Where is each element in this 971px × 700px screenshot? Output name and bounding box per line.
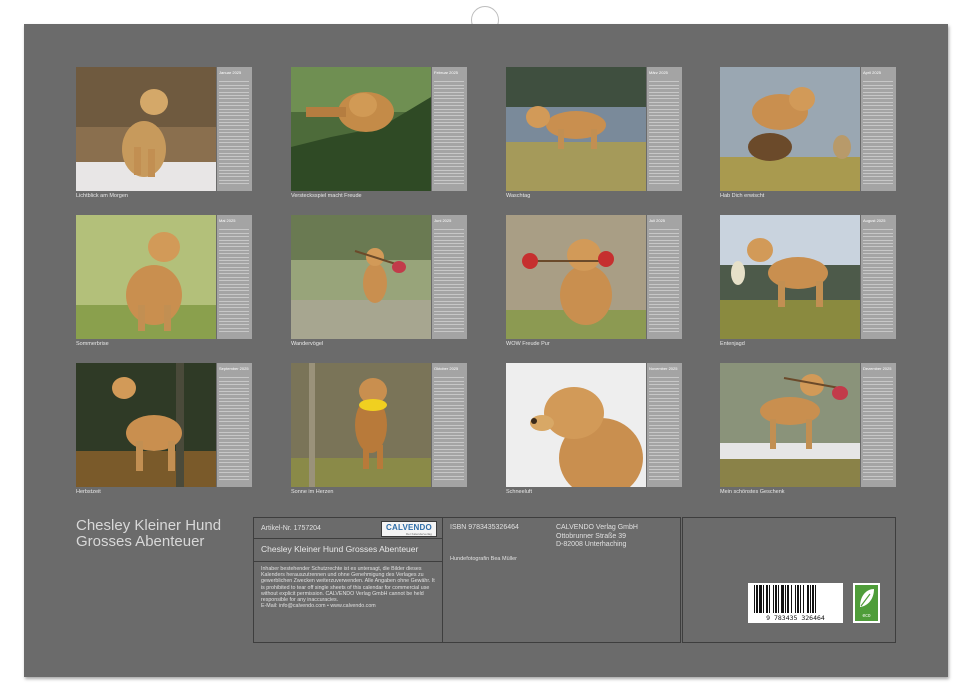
puppy-photo-june xyxy=(291,215,431,339)
month-grid-may: Mai 2025 xyxy=(217,215,252,339)
calendar-back-cover: Januar 2025 Lichtblick am Morgen Februar… xyxy=(24,24,948,677)
contact-line: E-Mail: info@calvendo.com • www.calvendo… xyxy=(261,603,376,610)
puppy-photo-november xyxy=(506,363,646,487)
title-line-2: Grosses Abenteuer xyxy=(76,533,205,550)
month-name: Mai 2025 xyxy=(219,218,236,223)
month-name: August 2025 xyxy=(863,218,886,223)
month-caption: WOW Freude Pur xyxy=(506,341,550,347)
article-number: Artikel-Nr. 1757204 xyxy=(261,525,321,532)
month-name: September 2025 xyxy=(219,366,249,371)
month-thumbnail-june: Juni 2025 Wandervögel xyxy=(291,215,467,347)
month-grid-february: Februar 2025 xyxy=(432,67,467,191)
month-name: Juli 2025 xyxy=(649,218,666,223)
month-grid-october: Oktober 2025 xyxy=(432,363,467,487)
divider xyxy=(254,561,442,562)
puppy-photo-february xyxy=(291,67,431,191)
product-info-box: Artikel-Nr. 1757204 CALVENDO Der Kalende… xyxy=(253,517,681,643)
leaf-icon: eco xyxy=(855,585,878,621)
month-grid-july: Juli 2025 xyxy=(647,215,682,339)
barcode-number: 9 783435 326464 xyxy=(766,614,825,622)
logo-text: CALVENDO xyxy=(386,523,432,532)
month-caption: Hab Dich erwischt xyxy=(720,193,765,199)
month-thumbnail-september: September 2025 Herbstzeit xyxy=(76,363,252,495)
puppy-photo-july xyxy=(506,215,646,339)
month-caption: Lichtblick am Morgen xyxy=(76,193,128,199)
month-grid-june: Juni 2025 xyxy=(432,215,467,339)
month-thumbnail-august: August 2025 Entenjagd xyxy=(720,215,896,347)
month-name: November 2025 xyxy=(649,366,678,371)
month-name: Oktober 2025 xyxy=(434,366,459,371)
calendar-subtitle: Chesley Kleiner Hund Grosses Abenteuer xyxy=(261,544,419,554)
puppy-photo-may xyxy=(76,215,216,339)
month-name: Dezember 2025 xyxy=(863,366,892,371)
legal-notice: Inhaber bestehender Schutzrechte ist es … xyxy=(261,566,439,609)
month-name: Juni 2025 xyxy=(434,218,452,223)
month-name: April 2025 xyxy=(863,70,882,75)
puppy-photo-september xyxy=(76,363,216,487)
month-caption: Schneeluft xyxy=(506,489,532,495)
month-caption: Mein schönstes Geschenk xyxy=(720,489,785,495)
barcode-box: 9 783435 326464 eco xyxy=(682,517,896,643)
publisher-address: CALVENDO Verlag GmbH Ottobrunner Straße … xyxy=(556,524,638,550)
month-grid-november: November 2025 xyxy=(647,363,682,487)
month-name: Februar 2025 xyxy=(434,70,459,75)
calendar-title: Chesley Kleiner Hund Grosses Abenteuer xyxy=(76,518,256,550)
month-thumbnail-february: Februar 2025 Verstecksspiel macht Freude xyxy=(291,67,467,199)
month-caption: Sommerbrise xyxy=(76,341,109,347)
legal-text: Inhaber bestehender Schutzrechte ist es … xyxy=(261,566,435,604)
divider xyxy=(254,538,442,539)
month-caption: Herbstzeit xyxy=(76,489,101,495)
eco-label: eco xyxy=(853,583,880,623)
month-grid-august: August 2025 xyxy=(861,215,896,339)
puppy-photo-august xyxy=(720,215,860,339)
month-thumbnail-november: November 2025 Schneeluft xyxy=(506,363,682,495)
month-name: Januar 2025 xyxy=(219,70,242,75)
month-grid-september: September 2025 xyxy=(217,363,252,487)
calvendo-logo: CALVENDO Der Kalenderverlag xyxy=(381,521,437,537)
publisher-name: CALVENDO Verlag GmbH xyxy=(556,524,638,531)
month-caption: Sonne im Herzen xyxy=(291,489,334,495)
puppy-photo-october xyxy=(291,363,431,487)
month-thumbnail-july: Juli 2025 WOW Freude Pur xyxy=(506,215,682,347)
puppy-photo-april xyxy=(720,67,860,191)
barcode: 9 783435 326464 xyxy=(748,583,843,623)
month-grid-march: März 2025 xyxy=(647,67,682,191)
month-caption: Waschtag xyxy=(506,193,531,199)
month-thumbnail-march: März 2025 Waschtag xyxy=(506,67,682,199)
month-caption: Verstecksspiel macht Freude xyxy=(291,193,362,199)
logo-subtext: Der Kalenderverlag xyxy=(406,532,432,536)
puppy-photo-january xyxy=(76,67,216,191)
article-info: Artikel-Nr. 1757204 CALVENDO Der Kalende… xyxy=(254,518,443,642)
month-grid-january: Januar 2025 xyxy=(217,67,252,191)
puppy-photo-march xyxy=(506,67,646,191)
month-thumbnail-may: Mai 2025 Sommerbrise xyxy=(76,215,252,347)
month-thumbnail-december: Dezember 2025 Mein schönstes Geschenk xyxy=(720,363,896,495)
month-grid-april: April 2025 xyxy=(861,67,896,191)
barcode-bars xyxy=(754,585,816,613)
isbn: ISBN 9783435326464 xyxy=(450,524,519,531)
publisher-city: D-82008 Unterhaching xyxy=(556,541,627,548)
month-caption: Wandervögel xyxy=(291,341,324,347)
month-thumbnail-april: April 2025 Hab Dich erwischt xyxy=(720,67,896,199)
month-name: März 2025 xyxy=(649,70,668,75)
puppy-photo-december xyxy=(720,363,860,487)
publisher-street: Ottobrunner Straße 39 xyxy=(556,532,627,540)
title-line-1: Chesley Kleiner Hund xyxy=(76,517,222,534)
month-caption: Entenjagd xyxy=(720,341,745,347)
month-grid-december: Dezember 2025 xyxy=(861,363,896,487)
month-thumbnail-october: Oktober 2025 Sonne im Herzen xyxy=(291,363,467,495)
photographer-credit: Hundefotografin Bea Müller xyxy=(450,556,517,562)
eco-text: eco xyxy=(862,613,871,619)
month-thumbnail-january: Januar 2025 Lichtblick am Morgen xyxy=(76,67,252,199)
